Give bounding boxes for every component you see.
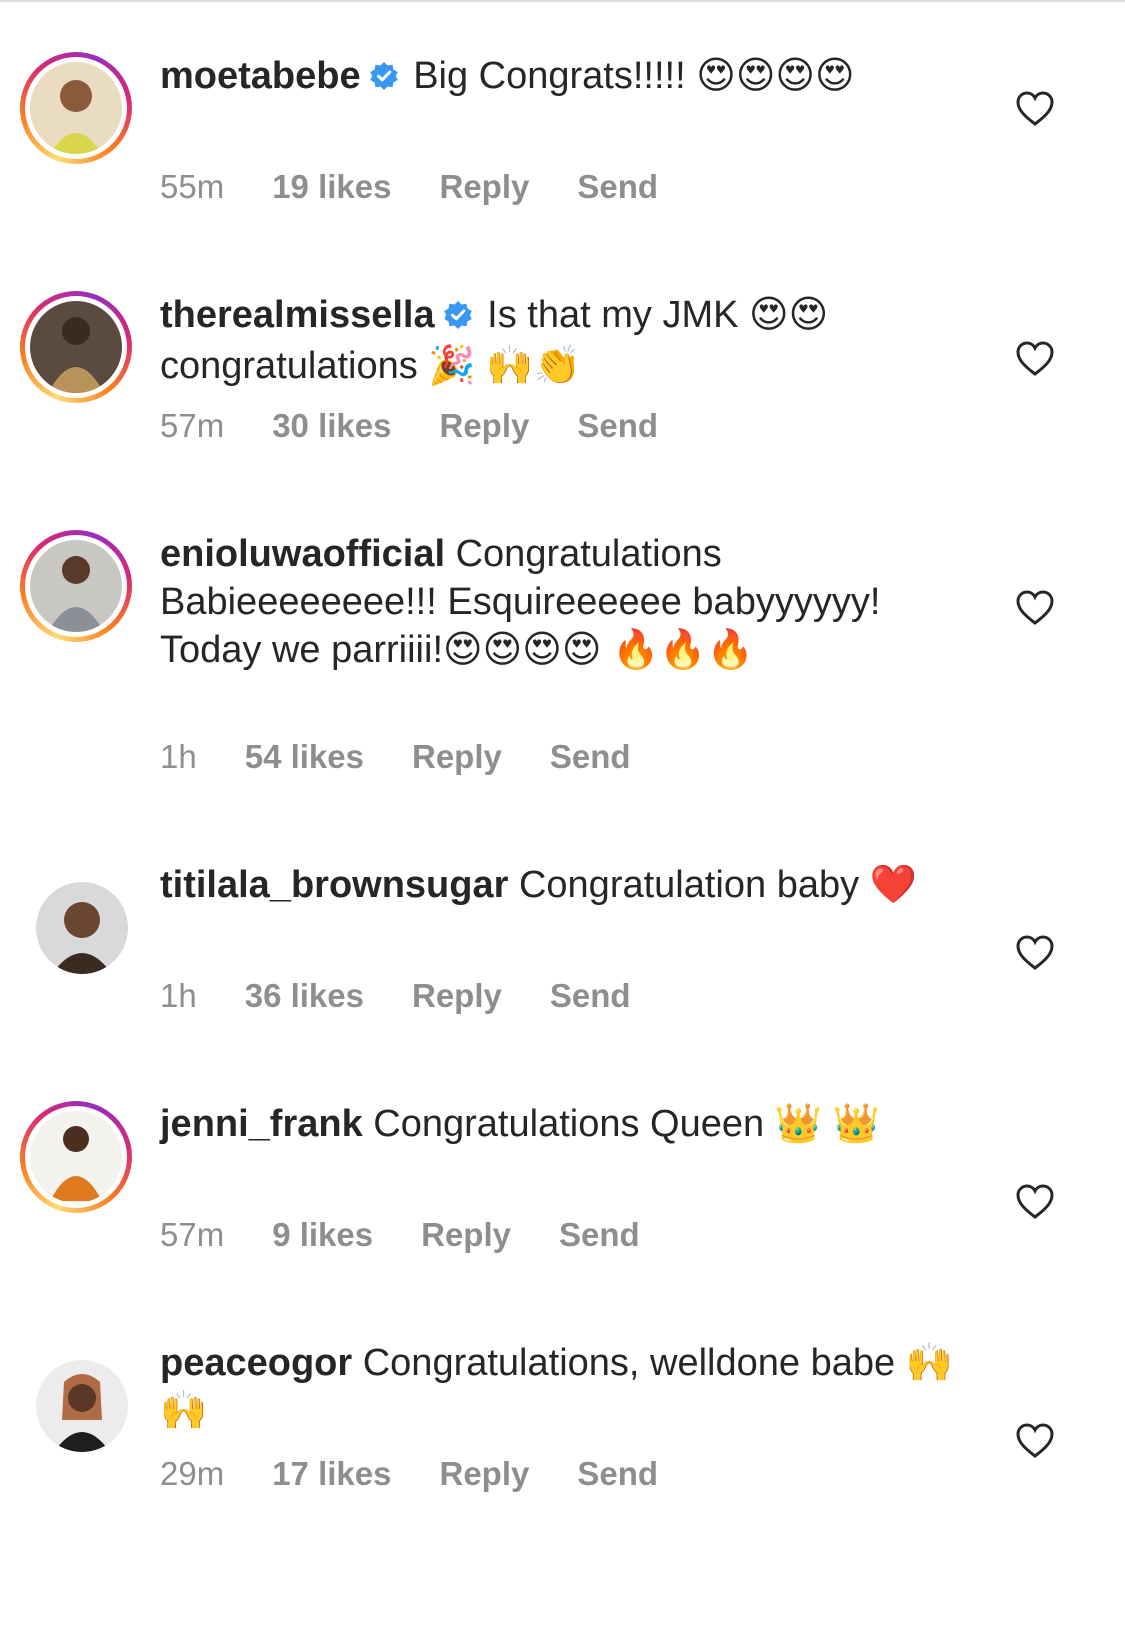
likes-count[interactable]: 9 likes bbox=[272, 1216, 373, 1253]
reply-button[interactable]: Reply bbox=[412, 977, 502, 1014]
comment-username[interactable]: therealmissella bbox=[160, 294, 435, 336]
comment-time: 29m bbox=[160, 1455, 225, 1492]
like-heart-icon[interactable] bbox=[1015, 1421, 1055, 1461]
avatar[interactable] bbox=[20, 291, 132, 403]
likes-count[interactable]: 54 likes bbox=[245, 738, 364, 775]
comment-username[interactable]: titilala_brownsugar bbox=[160, 864, 508, 906]
comment-username[interactable]: enioluwaofficial bbox=[160, 533, 445, 575]
likes-count[interactable]: 30 likes bbox=[272, 407, 391, 444]
verified-badge-icon bbox=[369, 55, 399, 103]
avatar[interactable] bbox=[20, 52, 132, 164]
send-button[interactable]: Send bbox=[550, 977, 631, 1014]
comment-time: 1h bbox=[160, 977, 197, 1014]
send-button[interactable]: Send bbox=[559, 1216, 640, 1253]
comment-time: 57m bbox=[160, 1216, 225, 1253]
comment-text: Congratulations Queen 👑 👑 bbox=[373, 1103, 880, 1145]
avatar[interactable] bbox=[20, 530, 132, 642]
comment-text: Congratulation baby ❤️ bbox=[518, 864, 917, 906]
send-button[interactable]: Send bbox=[577, 168, 658, 205]
comment-username[interactable]: jenni_frank bbox=[160, 1103, 363, 1145]
comment-username[interactable]: moetabebe bbox=[160, 55, 361, 97]
likes-count[interactable]: 17 likes bbox=[272, 1455, 391, 1492]
reply-button[interactable]: Reply bbox=[412, 738, 502, 775]
send-button[interactable]: Send bbox=[550, 738, 631, 775]
comment-text: Big Congrats!!!!! 😍😍😍😍 bbox=[413, 55, 855, 97]
top-divider bbox=[0, 0, 1125, 2]
like-heart-icon[interactable] bbox=[1015, 89, 1055, 129]
likes-count[interactable]: 19 likes bbox=[272, 168, 391, 205]
like-heart-icon[interactable] bbox=[1015, 588, 1055, 628]
like-heart-icon[interactable] bbox=[1015, 1182, 1055, 1222]
avatar[interactable] bbox=[20, 1344, 132, 1456]
reply-button[interactable]: Reply bbox=[439, 407, 529, 444]
reply-button[interactable]: Reply bbox=[439, 1455, 529, 1492]
comment-time: 55m bbox=[160, 168, 225, 205]
verified-badge-icon bbox=[443, 294, 473, 342]
send-button[interactable]: Send bbox=[577, 1455, 658, 1492]
comment-time: 57m bbox=[160, 407, 225, 444]
send-button[interactable]: Send bbox=[577, 407, 658, 444]
comment-username[interactable]: peaceogor bbox=[160, 1342, 352, 1384]
reply-button[interactable]: Reply bbox=[421, 1216, 511, 1253]
reply-button[interactable]: Reply bbox=[439, 168, 529, 205]
likes-count[interactable]: 36 likes bbox=[245, 977, 364, 1014]
like-heart-icon[interactable] bbox=[1015, 933, 1055, 973]
like-heart-icon[interactable] bbox=[1015, 339, 1055, 379]
avatar[interactable] bbox=[20, 866, 132, 978]
comment-time: 1h bbox=[160, 738, 197, 775]
avatar[interactable] bbox=[20, 1101, 132, 1213]
